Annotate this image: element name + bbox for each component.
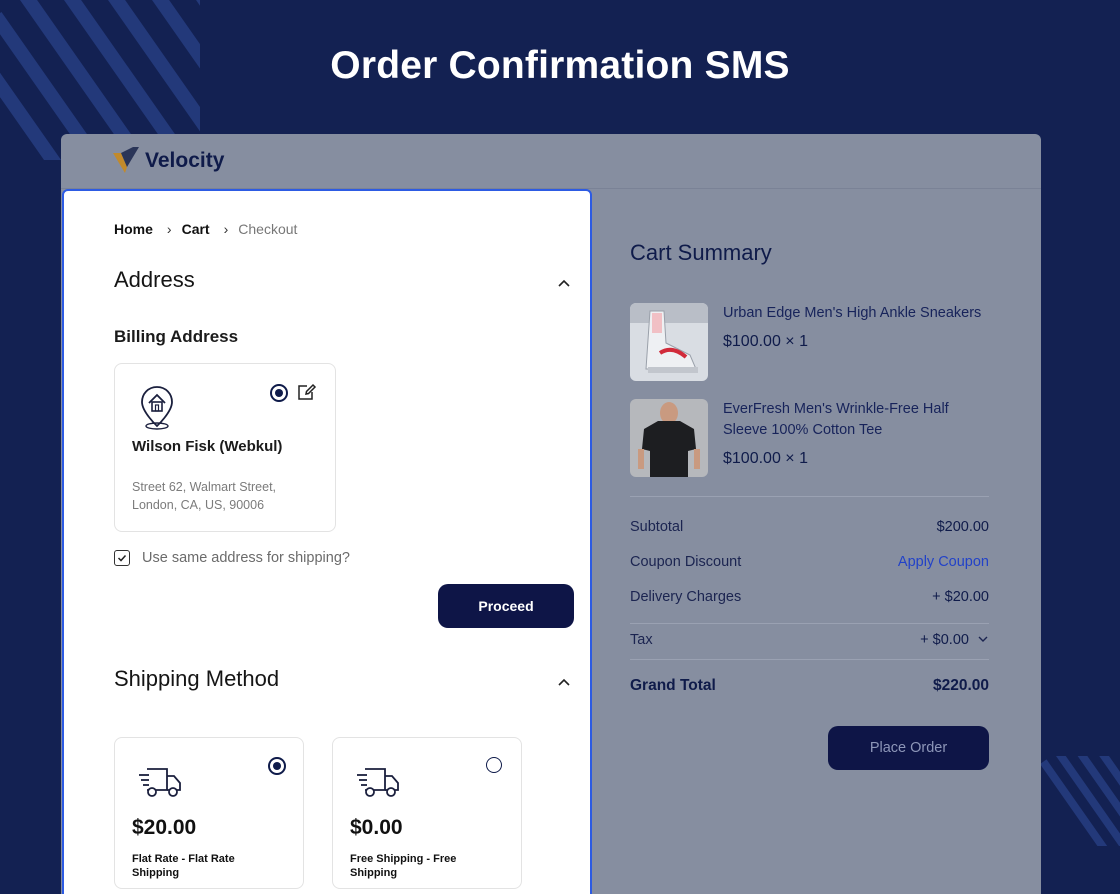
sneakers-thumbnail [630,303,708,381]
delivery-row: Delivery Charges + $20.00 [630,589,989,605]
chevron-right-icon: › [223,221,229,237]
cart-item-name[interactable]: EverFresh Men's Wrinkle-Free Half Sleeve… [723,399,983,441]
cart-item: Urban Edge Men's High Ankle Sneakers $10… [630,303,983,381]
summary-divider [630,496,989,497]
checkout-panel: Home › Cart › Checkout Address Billing A… [62,189,592,894]
billing-address-radio[interactable] [270,384,288,402]
tax-row[interactable]: Tax + $0.00 [630,632,989,648]
top-bar: Velocity [61,134,1041,189]
chevron-down-icon[interactable] [977,634,989,644]
delivery-value: + $20.00 [932,589,989,605]
shipping-price: $0.00 [350,816,403,839]
subtotal-value: $200.00 [936,519,989,535]
decorative-stripes-bottom-right [1040,756,1120,846]
delivery-truck-icon [357,768,399,797]
chevron-right-icon: › [166,221,172,237]
chevron-up-icon[interactable] [556,674,572,690]
page-title: Order Confirmation SMS [330,44,790,87]
checkout-window: Velocity Home › Cart › Checkout Address … [61,134,1041,894]
breadcrumb-cart[interactable]: Cart [182,221,210,237]
breadcrumb: Home › Cart › Checkout [114,221,297,237]
grand-total-value: $220.00 [932,677,989,694]
shipping-radio-selected[interactable] [268,757,286,775]
grand-total-row: Grand Total $220.00 [630,677,989,695]
shipping-option-flat-rate[interactable]: $20.00 Flat Rate - Flat Rate Shipping [114,737,304,889]
cart-item-price: $100.00 × 1 [723,333,808,350]
cart-summary-title: Cart Summary [630,240,772,265]
shipping-price: $20.00 [132,816,197,839]
subtotal-row: Subtotal $200.00 [630,519,989,535]
coupon-row: Coupon Discount Apply Coupon [630,554,989,570]
apply-coupon-link[interactable]: Apply Coupon [898,554,989,570]
summary-divider [630,659,989,660]
address-line-1: Street 62, Walmart Street, [132,480,277,494]
breadcrumb-home[interactable]: Home [114,221,153,237]
delivery-label: Delivery Charges [630,589,742,605]
tax-value-group: + $0.00 [920,632,989,648]
location-home-icon [141,386,173,430]
tax-label: Tax [630,632,653,648]
subtotal-label: Subtotal [630,519,684,535]
velocity-logo-icon [113,147,139,173]
tshirt-thumbnail [630,399,708,477]
shipping-option-free[interactable]: $0.00 Free Shipping - Free Shipping [332,737,522,889]
grand-total-label: Grand Total [630,677,716,694]
edit-icon[interactable] [297,383,317,401]
billing-address-card[interactable]: Wilson Fisk (Webkul) Street 62, Walmart … [114,363,336,532]
coupon-label: Coupon Discount [630,554,742,570]
shipping-method-title: Shipping Method [114,666,280,691]
tax-value: + $0.00 [920,632,969,648]
shipping-label: Free Shipping - Free Shipping [350,853,457,879]
address-section-title: Address [114,267,195,292]
address-line-2: London, CA, US, 90006 [132,498,265,512]
breadcrumb-checkout: Checkout [238,221,298,237]
shipping-radio-unselected[interactable] [486,757,502,773]
cart-item: EverFresh Men's Wrinkle-Free Half Sleeve… [630,399,983,477]
cart-item-name[interactable]: Urban Edge Men's High Ankle Sneakers [723,303,983,324]
same-address-checkbox[interactable] [114,550,130,566]
same-address-option[interactable]: Use same address for shipping? [114,550,350,566]
shipping-label: Flat Rate - Flat Rate Shipping [132,853,235,879]
brand-name: Velocity [145,149,225,172]
summary-divider [630,623,989,624]
same-address-label: Use same address for shipping? [142,550,350,566]
address-name: Wilson Fisk (Webkul) [132,438,283,455]
place-order-button[interactable]: Place Order [828,726,989,770]
chevron-up-icon[interactable] [556,275,572,291]
billing-address-title: Billing Address [114,327,239,346]
proceed-button[interactable]: Proceed [438,584,574,628]
delivery-truck-icon [139,768,181,797]
cart-item-price: $100.00 × 1 [723,450,808,467]
brand-logo[interactable]: Velocity [113,147,224,175]
checkmark-icon [117,554,127,562]
